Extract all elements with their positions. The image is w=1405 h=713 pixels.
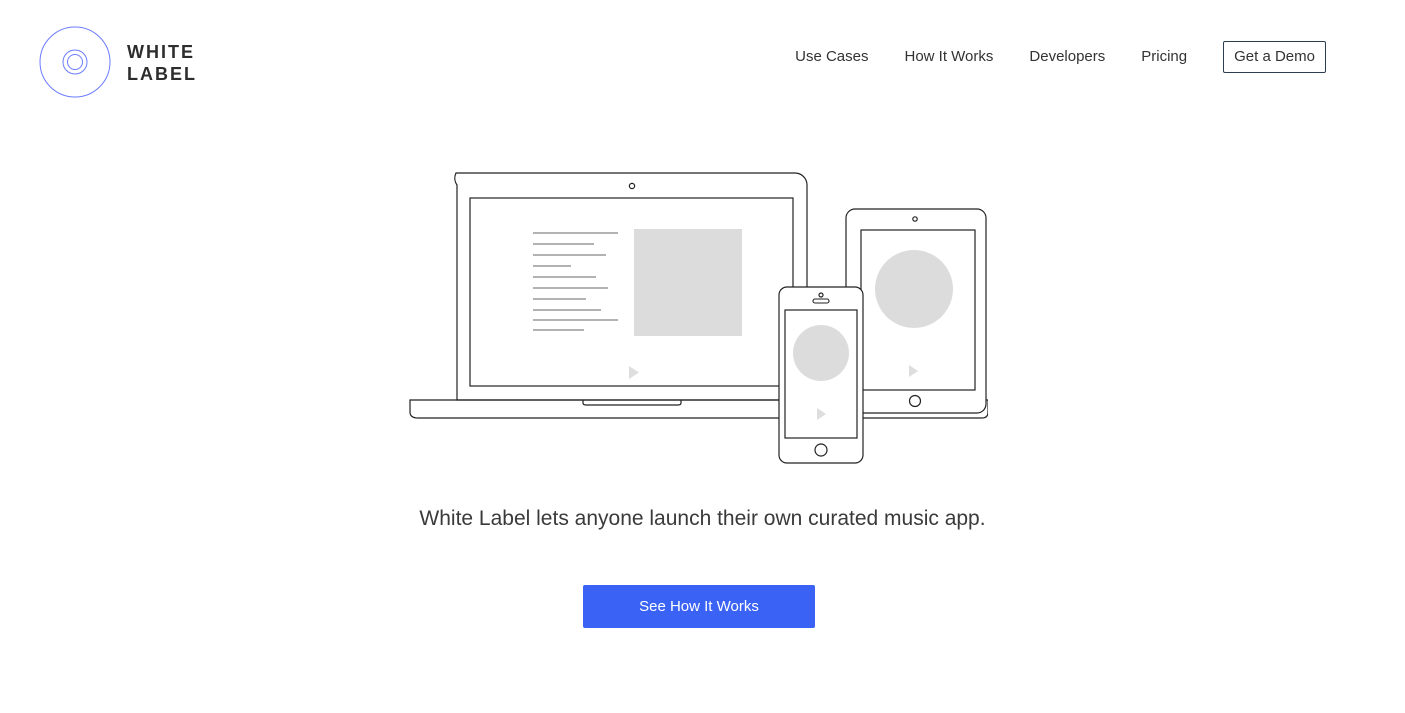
see-how-it-works-button[interactable]: See How It Works [583, 585, 815, 628]
nav-pricing[interactable]: Pricing [1141, 41, 1187, 73]
phone-icon [778, 286, 864, 464]
vinyl-disc-icon [39, 26, 111, 98]
brand-logo[interactable]: WHITE LABEL [39, 26, 219, 98]
brand-line-2: LABEL [127, 64, 197, 84]
play-icon [629, 366, 639, 379]
nav-use-cases[interactable]: Use Cases [795, 41, 868, 73]
hero-tagline: White Label lets anyone launch their own… [419, 507, 986, 530]
tablet-icon [845, 208, 987, 414]
get-demo-button[interactable]: Get a Demo [1223, 41, 1326, 73]
devices-illustration [409, 172, 988, 464]
album-art-placeholder [634, 229, 742, 336]
main-nav: Use Cases How It Works Developers Pricin… [795, 41, 1326, 73]
brand-wordmark: WHITE LABEL [127, 41, 197, 85]
nav-developers[interactable]: Developers [1029, 41, 1105, 73]
nav-how-it-works[interactable]: How It Works [904, 41, 993, 73]
brand-line-1: WHITE [127, 42, 195, 62]
